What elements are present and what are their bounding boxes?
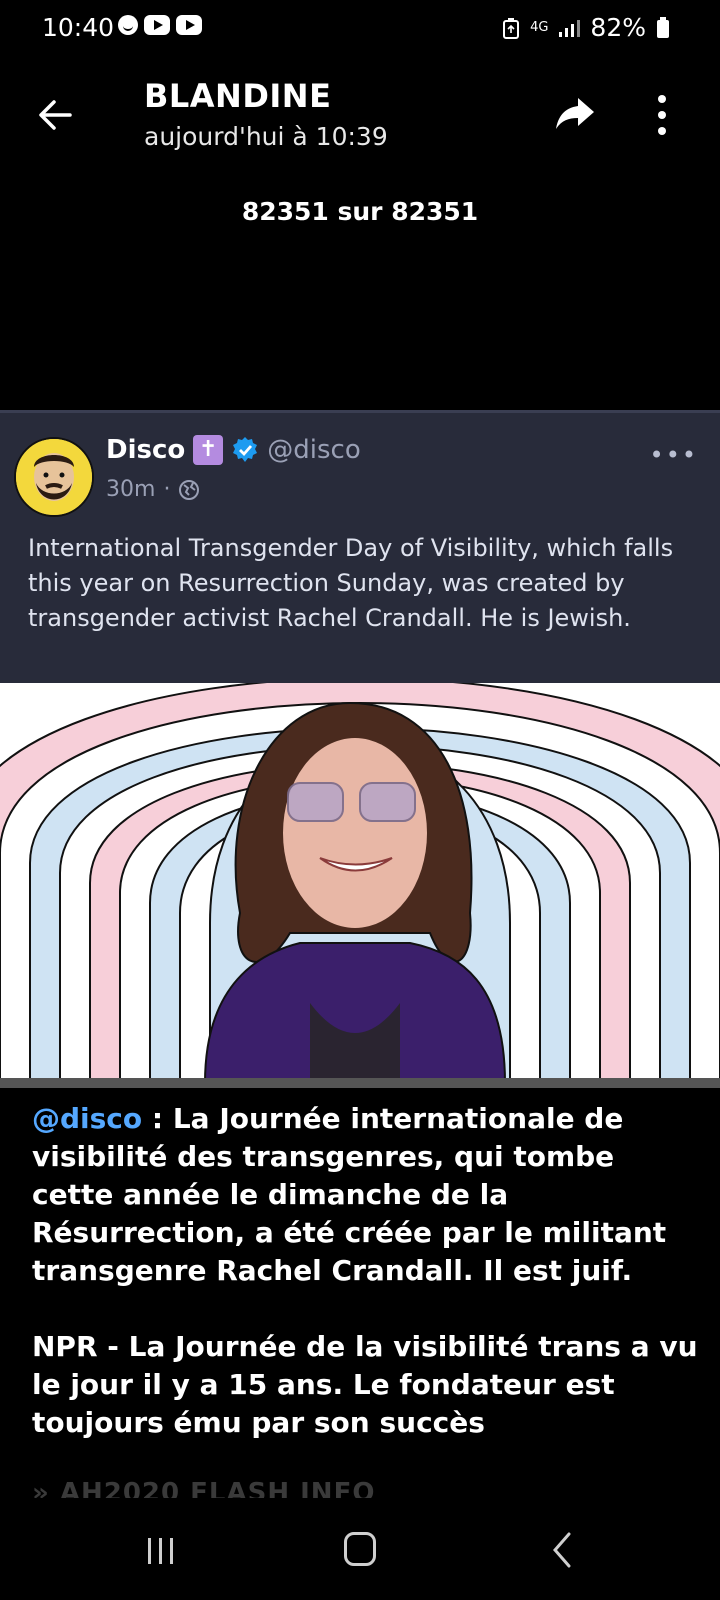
verified-badge-icon — [233, 437, 258, 462]
cross-badge-icon: ✝ — [193, 435, 224, 465]
battery-icon — [657, 16, 669, 38]
system-nav-bar — [0, 1500, 720, 1600]
post-meta: 30m · — [106, 477, 200, 502]
post-text: International Transgender Day of Visibil… — [28, 534, 674, 632]
portrait-illustration — [0, 683, 720, 1083]
author-handle[interactable]: @disco — [267, 435, 360, 465]
globe-icon — [179, 479, 200, 500]
caption-text-2: - La Journée de la visibilité trans a vu… — [32, 1330, 698, 1439]
status-right: 4G 82% — [502, 13, 670, 42]
back-icon[interactable] — [552, 1532, 572, 1568]
faded-caption-line: » AH2020 FLASH INFO — [32, 1478, 376, 1498]
status-time: 10:40 — [42, 13, 115, 42]
youtube-icon — [176, 15, 202, 35]
back-arrow-icon[interactable] — [30, 90, 80, 140]
recent-apps-icon[interactable] — [146, 1536, 176, 1566]
post-more-icon[interactable]: ••• — [650, 441, 698, 469]
sent-time: aujourd'hui à 10:39 — [144, 122, 388, 151]
battery-saver-icon — [503, 17, 520, 39]
author-name[interactable]: Disco — [106, 435, 185, 465]
signal-icon — [559, 19, 581, 37]
network-type: 4G — [530, 20, 549, 35]
home-icon[interactable] — [344, 1532, 376, 1566]
avatar-illustration — [16, 439, 92, 515]
message-caption-2: NPR - La Journée de la visibilité trans … — [32, 1328, 702, 1442]
post-card: Disco ✝ @disco 30m · ••• International T… — [0, 410, 720, 683]
viewer-header: BLANDINE aujourd'hui à 10:39 — [0, 60, 720, 170]
status-bar: 10:40 4G 82% — [0, 0, 720, 60]
youtube-icon — [144, 15, 170, 35]
message-caption: @disco : La Journée internationale de vi… — [32, 1100, 692, 1290]
post-author-row: Disco ✝ @disco — [106, 435, 361, 465]
image-divider — [0, 1078, 720, 1088]
post-time: 30m — [106, 477, 156, 502]
caption-mention-link[interactable]: @disco — [32, 1102, 142, 1135]
sender-name: BLANDINE — [144, 77, 332, 115]
post-image[interactable] — [0, 683, 720, 1083]
more-options-icon[interactable] — [656, 92, 668, 138]
share-icon[interactable] — [552, 90, 598, 136]
caption-source-link[interactable]: NPR — [32, 1330, 98, 1363]
avatar[interactable] — [14, 437, 94, 517]
meta-separator: · — [163, 477, 171, 502]
battery-percent: 82% — [590, 13, 646, 42]
image-counter: 82351 sur 82351 — [241, 197, 479, 226]
notification-icons — [118, 15, 202, 35]
smiley-icon — [118, 15, 138, 35]
